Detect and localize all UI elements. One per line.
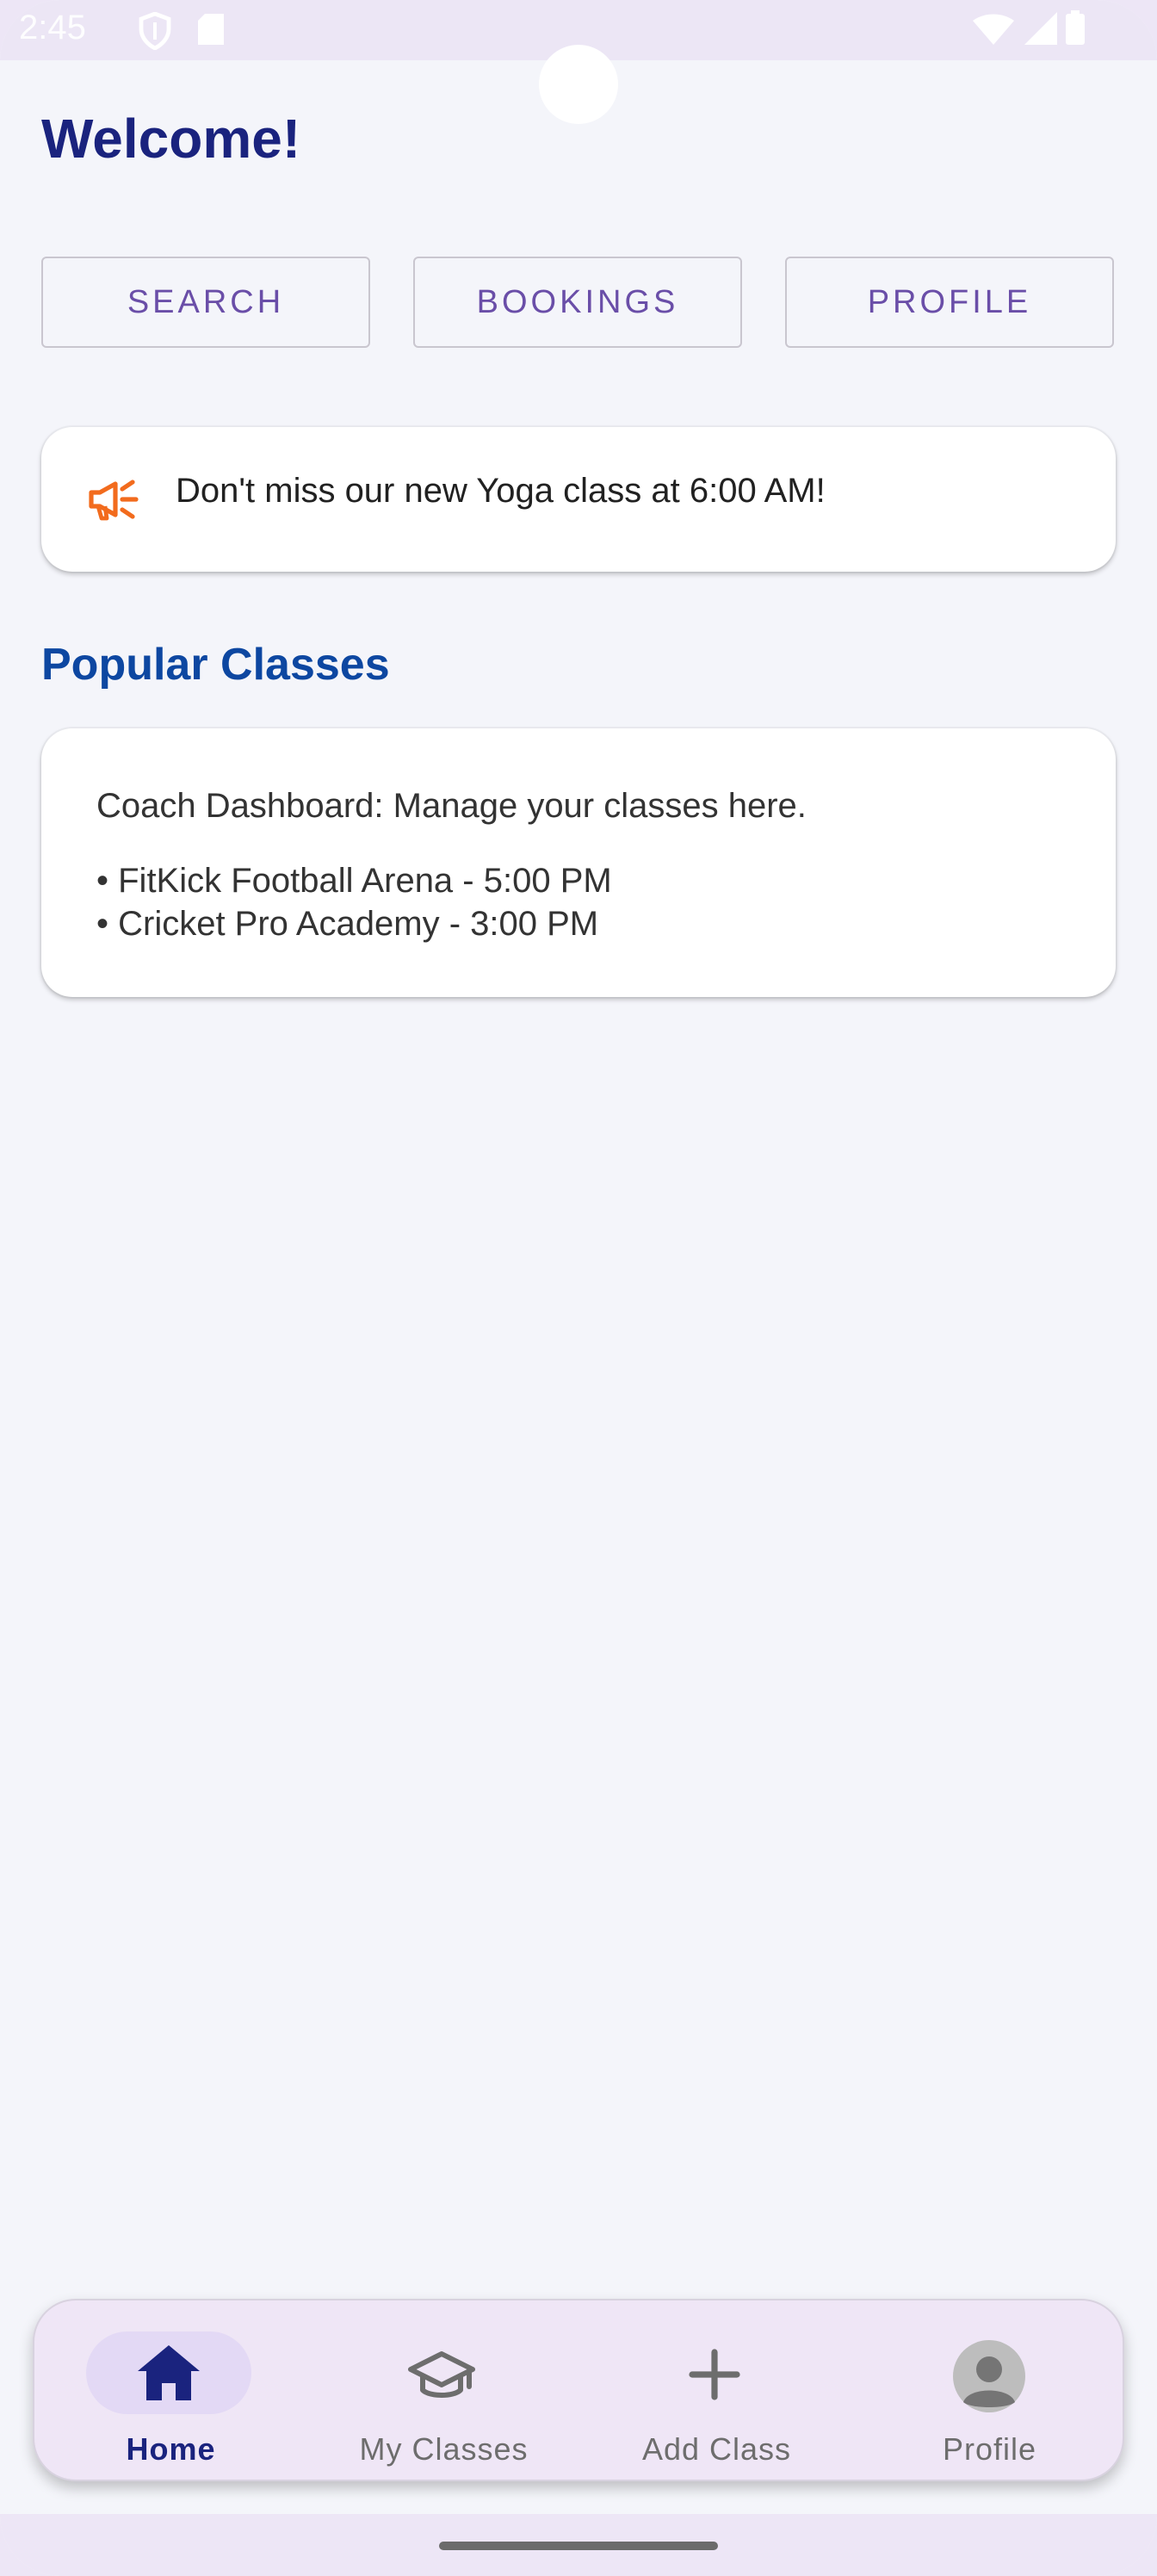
nav-label-profile: Profile — [942, 2431, 1037, 2467]
plus-icon — [680, 2340, 749, 2409]
bookings-button[interactable]: BOOKINGS — [413, 257, 742, 348]
nav-label-my-classes: My Classes — [359, 2431, 529, 2467]
shield-icon — [138, 11, 172, 54]
list-item: • FitKick Football Arena - 5:00 PM — [96, 862, 612, 900]
sd-card-icon — [196, 12, 226, 51]
classes-card: Coach Dashboard: Manage your classes her… — [41, 728, 1116, 997]
app-screen: 2:45 Welcome! SEARCH BOOKINGS PROFILE Do… — [0, 0, 1157, 2576]
account-circle-icon — [953, 2340, 1025, 2412]
list-item: • Cricket Pro Academy - 3:00 PM — [96, 905, 599, 943]
bottom-navigation: Home My Classes Add Class Profile — [33, 2299, 1124, 2481]
nav-label-add-class: Add Class — [641, 2431, 792, 2467]
megaphone-icon — [86, 472, 141, 527]
home-icon — [134, 2340, 203, 2409]
graduation-cap-icon — [407, 2340, 476, 2409]
nav-label-home: Home — [126, 2431, 216, 2467]
promo-card: Don't miss our new Yoga class at 6:00 AM… — [41, 427, 1116, 572]
home-indicator[interactable] — [439, 2542, 718, 2550]
dashboard-text: Coach Dashboard: Manage your classes her… — [96, 787, 807, 825]
nav-item-home[interactable]: Home — [34, 2300, 307, 2483]
wifi-icon — [973, 14, 1014, 49]
search-button[interactable]: SEARCH — [41, 257, 370, 348]
camera-cutout — [539, 45, 618, 124]
page-title: Welcome! — [41, 108, 301, 170]
class-list: • FitKick Football Arena - 5:00 PM • Cri… — [96, 859, 612, 945]
section-title: Popular Classes — [41, 640, 390, 690]
promo-text: Don't miss our new Yoga class at 6:00 AM… — [176, 472, 826, 510]
signal-icon — [1024, 12, 1057, 49]
nav-item-profile[interactable]: Profile — [853, 2300, 1126, 2483]
battery-icon — [1066, 10, 1085, 49]
status-time: 2:45 — [19, 9, 86, 46]
profile-button[interactable]: PROFILE — [785, 257, 1114, 348]
nav-item-add-class[interactable]: Add Class — [580, 2300, 853, 2483]
nav-item-my-classes[interactable]: My Classes — [307, 2300, 580, 2483]
